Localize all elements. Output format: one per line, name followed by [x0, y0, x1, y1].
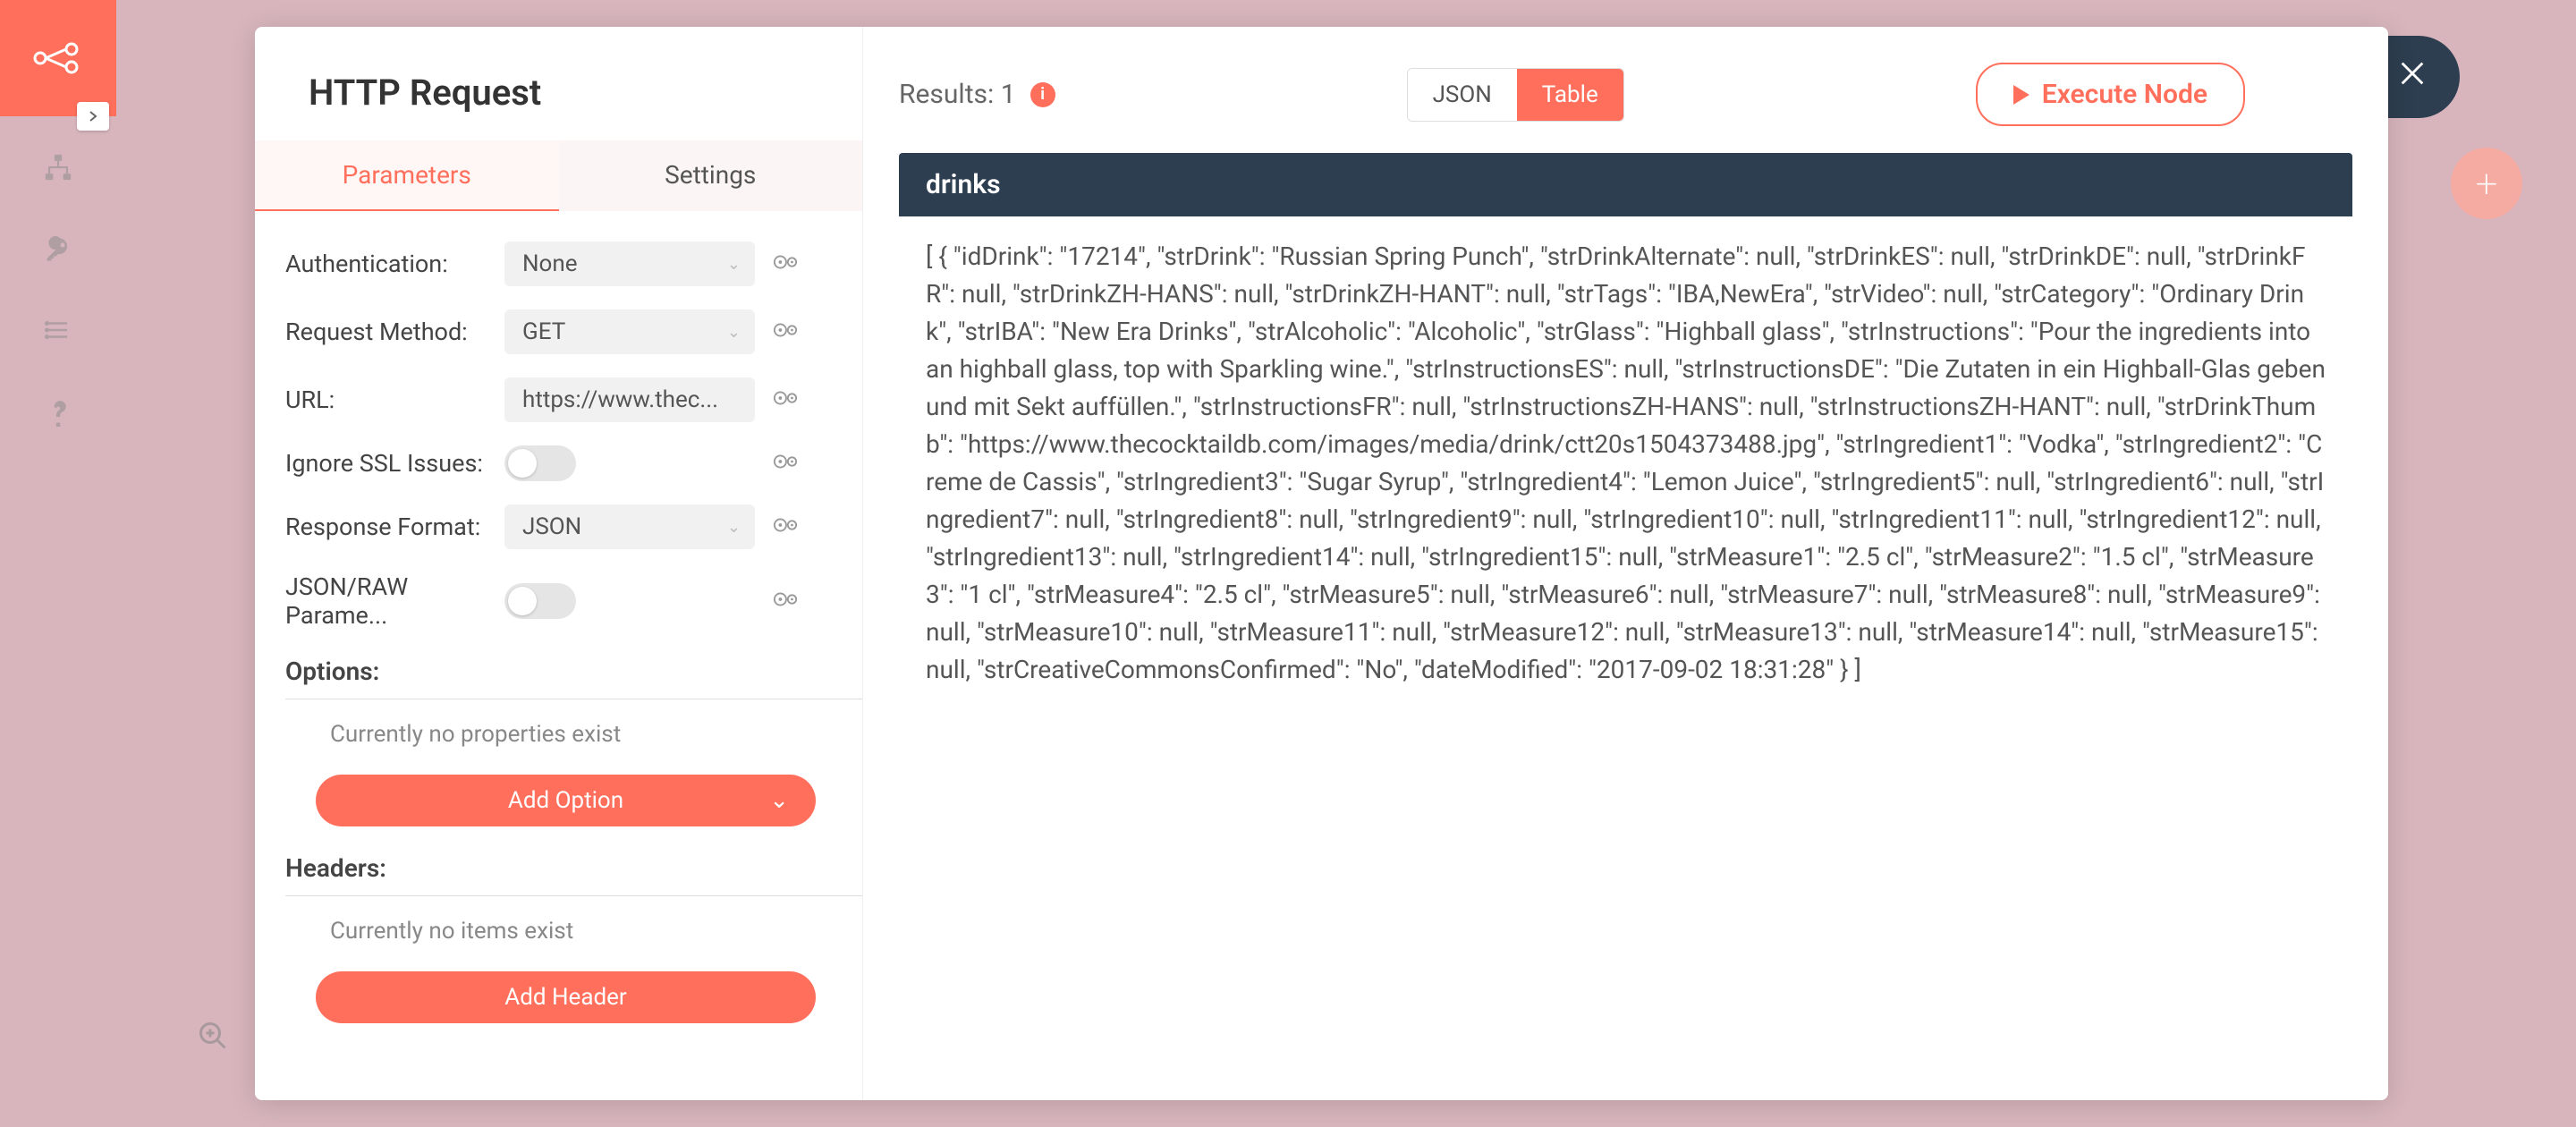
url-input[interactable]: https://www.thec... [504, 377, 755, 422]
play-icon [2013, 85, 2029, 105]
ssl-toggle[interactable] [504, 445, 576, 481]
authentication-select[interactable]: None⌄ [504, 242, 755, 286]
gear-icon[interactable] [773, 252, 798, 275]
chevron-down-icon: ⌄ [769, 787, 789, 814]
node-modal: HTTP Request Parameters Settings Authent… [255, 27, 2388, 1100]
chevron-down-icon: ⌄ [727, 255, 741, 274]
tab-settings[interactable]: Settings [559, 140, 863, 211]
results-pane: Results: 1 i JSON Table Execute Node dri… [863, 27, 2388, 1100]
gear-icon[interactable] [773, 320, 798, 343]
executions-icon[interactable] [45, 317, 72, 347]
chevron-down-icon: ⌄ [727, 323, 741, 342]
config-pane: HTTP Request Parameters Settings Authent… [255, 27, 863, 1100]
view-toggle: JSON Table [1407, 68, 1624, 122]
table-cell[interactable]: [ { "idDrink": "17214", "strDrink": "Rus… [899, 216, 2352, 710]
table-header: drinks [899, 153, 2352, 216]
info-icon[interactable]: i [1030, 82, 1055, 107]
gear-icon[interactable] [773, 515, 798, 538]
help-icon[interactable] [47, 397, 70, 436]
ssl-label: Ignore SSL Issues: [285, 449, 504, 478]
credentials-icon[interactable] [45, 236, 72, 267]
execute-node-button[interactable]: Execute Node [1976, 63, 2245, 126]
sidebar-expand-button[interactable] [77, 102, 109, 131]
sidebar [0, 0, 116, 1127]
view-table-button[interactable]: Table [1517, 69, 1623, 121]
headers-section-label: Headers: [285, 853, 862, 896]
results-count: Results: 1 i [899, 79, 1055, 110]
gear-icon[interactable] [773, 388, 798, 411]
jsonraw-toggle[interactable] [504, 583, 576, 619]
workflow-icon[interactable] [43, 152, 73, 186]
options-section-label: Options: [285, 657, 862, 699]
add-option-button[interactable]: Add Option⌄ [316, 775, 816, 826]
view-json-button[interactable]: JSON [1408, 69, 1517, 121]
jsonraw-label: JSON/RAW Parame... [285, 572, 504, 630]
respformat-label: Response Format: [285, 513, 504, 541]
headers-empty-text: Currently no items exist [285, 909, 846, 962]
modal-title: HTTP Request [309, 72, 818, 114]
method-label: Request Method: [285, 318, 504, 346]
app-logo[interactable] [0, 0, 116, 116]
url-label: URL: [285, 386, 504, 414]
zoom-in-icon[interactable] [197, 1020, 229, 1055]
method-select[interactable]: GET⌄ [504, 309, 755, 354]
gear-icon[interactable] [773, 452, 798, 475]
add-node-button[interactable]: + [2451, 148, 2522, 219]
close-icon [2397, 58, 2428, 97]
respformat-select[interactable]: JSON⌄ [504, 504, 755, 549]
add-header-button[interactable]: Add Header [316, 971, 816, 1023]
options-empty-text: Currently no properties exist [285, 712, 846, 766]
gear-icon[interactable] [773, 589, 798, 613]
results-table: drinks [ { "idDrink": "17214", "strDrink… [899, 153, 2352, 710]
authentication-label: Authentication: [285, 250, 504, 278]
config-tabs: Parameters Settings [255, 140, 862, 211]
tab-parameters[interactable]: Parameters [255, 140, 559, 211]
chevron-down-icon: ⌄ [727, 518, 741, 537]
